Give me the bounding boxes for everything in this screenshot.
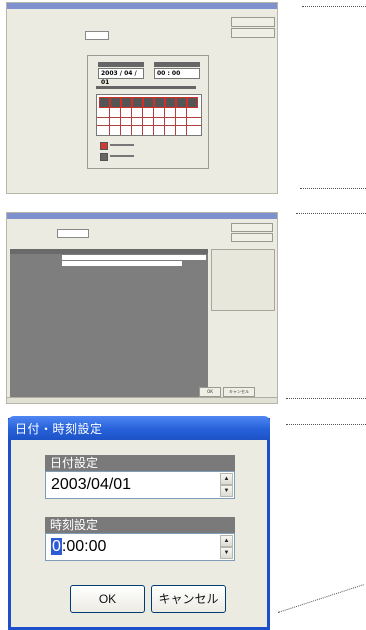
screenshot-list-view: OK キャンセル xyxy=(6,212,278,404)
time-section-label: 時刻設定 xyxy=(45,517,235,533)
status-bar xyxy=(7,397,277,403)
ok-button[interactable]: OK xyxy=(199,387,221,397)
top-right-button[interactable] xyxy=(231,17,275,27)
callout-line xyxy=(302,6,366,7)
legend-swatch-gray xyxy=(100,153,108,161)
spin-down-icon[interactable]: ▼ xyxy=(220,547,233,559)
instruction-text xyxy=(96,86,196,89)
top-right-button[interactable] xyxy=(231,28,275,38)
mini-date-field[interactable]: 2003 / 04 / 01 xyxy=(98,68,144,86)
callout-line xyxy=(296,213,366,214)
callout-line xyxy=(286,398,366,399)
group-select[interactable] xyxy=(85,31,109,40)
date-value: 2003/04/01 xyxy=(51,476,132,493)
top-right-button[interactable] xyxy=(231,233,273,242)
date-header xyxy=(98,62,144,67)
date-spinner[interactable]: ▲ ▼ xyxy=(220,473,233,497)
item-list[interactable] xyxy=(10,249,208,397)
legend-swatch-red xyxy=(100,142,108,150)
mini-time-field[interactable]: 00 : 00 xyxy=(154,68,200,79)
schedule-panel: 2003 / 04 / 01 00 : 00 xyxy=(87,55,209,169)
time-hour-selected: 0 xyxy=(51,538,62,555)
spin-up-icon[interactable]: ▲ xyxy=(220,535,233,547)
date-field[interactable]: 2003/04/01 ▲ ▼ xyxy=(45,471,235,499)
cancel-button[interactable]: キャンセル xyxy=(223,387,255,397)
time-field[interactable]: 0:00:00 ▲ ▼ xyxy=(45,533,235,561)
spin-up-icon[interactable]: ▲ xyxy=(220,473,233,485)
side-panel xyxy=(211,249,275,311)
list-header xyxy=(10,249,208,254)
spin-down-icon[interactable]: ▼ xyxy=(220,485,233,497)
list-item[interactable] xyxy=(62,255,206,260)
top-right-button[interactable] xyxy=(231,223,273,232)
callout-line xyxy=(277,584,364,613)
date-section-label: 日付設定 xyxy=(45,455,235,471)
ok-button[interactable]: OK xyxy=(70,585,145,613)
date-time-dialog: 日付・時刻設定 日付設定 2003/04/01 ▲ ▼ 時刻設定 0:00:00… xyxy=(8,416,270,630)
dialog-titlebar[interactable]: 日付・時刻設定 xyxy=(8,416,270,440)
time-header xyxy=(154,62,200,67)
group-select[interactable] xyxy=(57,229,89,238)
schedule-grid[interactable] xyxy=(96,94,202,136)
dialog-title: 日付・時刻設定 xyxy=(15,422,103,436)
cancel-button[interactable]: キャンセル xyxy=(151,585,226,613)
callout-line xyxy=(300,188,366,189)
window-titlebar xyxy=(7,3,277,9)
list-item[interactable] xyxy=(62,261,182,266)
window-titlebar xyxy=(7,213,277,219)
time-value-rest: :00:00 xyxy=(61,538,107,555)
time-spinner[interactable]: ▲ ▼ xyxy=(220,535,233,559)
screenshot-time-schedule: 2003 / 04 / 01 00 : 00 xyxy=(6,2,278,194)
callout-line xyxy=(286,424,366,425)
